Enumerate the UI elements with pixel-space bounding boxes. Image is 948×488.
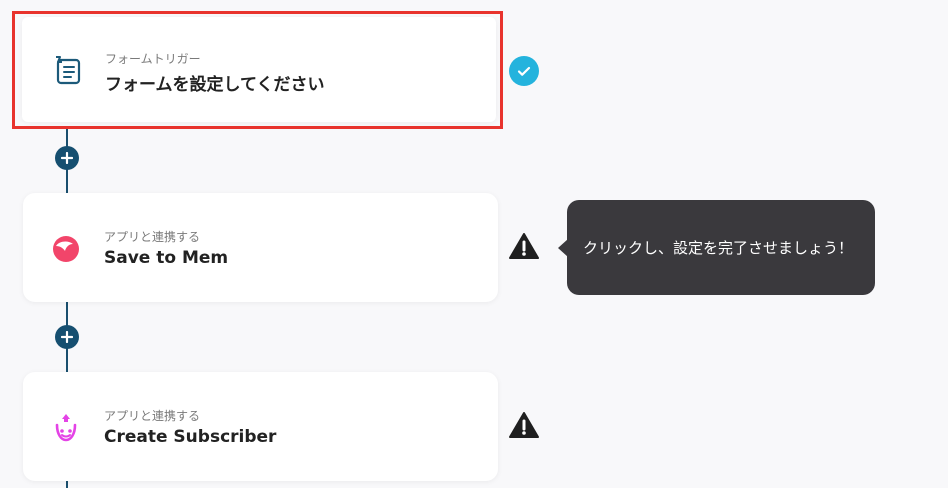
step-category-label: アプリと連携する (104, 409, 201, 423)
step-category-label: アプリと連携する (104, 230, 201, 244)
add-step-button[interactable] (55, 146, 79, 170)
form-trigger-icon (53, 54, 83, 85)
setup-hint-tooltip: クリックし、設定を完了させましょう！ (558, 200, 875, 295)
tooltip-text: クリックし、設定を完了させましょう！ (583, 239, 854, 257)
step-title: Save to Mem (104, 248, 229, 268)
warning-icon[interactable] (508, 411, 540, 439)
drip-logo-icon (51, 412, 81, 442)
plus-icon (61, 152, 73, 164)
step-category-label: フォームトリガー (105, 52, 201, 66)
plus-icon (61, 331, 73, 343)
step-title: Create Subscriber (104, 427, 277, 447)
step-title: フォームを設定してください (105, 75, 325, 95)
add-step-button[interactable] (55, 325, 79, 349)
warning-icon[interactable] (508, 232, 540, 260)
step-card-create-subscriber[interactable]: アプリと連携する Create Subscriber (23, 372, 498, 481)
complete-check-icon (509, 56, 539, 86)
step-card-form-trigger[interactable]: フォームトリガー フォームを設定してください (12, 11, 503, 129)
step-card-save-to-mem[interactable]: アプリと連携する Save to Mem (23, 193, 498, 302)
mem-logo-icon (51, 234, 81, 264)
